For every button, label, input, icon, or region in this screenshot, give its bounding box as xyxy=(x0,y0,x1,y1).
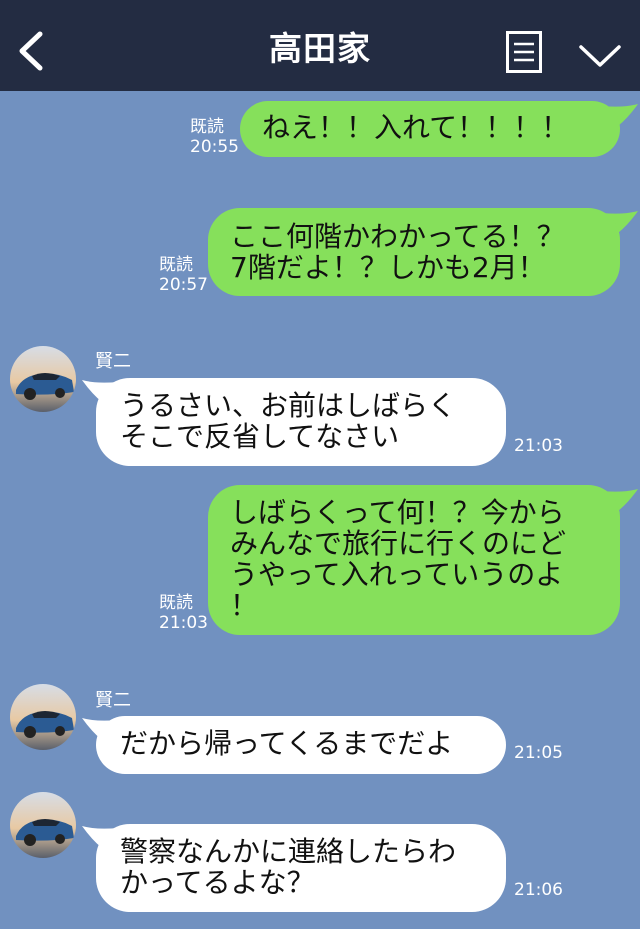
avatar[interactable] xyxy=(10,346,76,412)
message-bubble[interactable]: ねえ！！入れて！！！！ xyxy=(240,101,620,157)
message-line: かってるよな？ xyxy=(120,866,315,899)
avatar[interactable] xyxy=(10,792,76,858)
message-line: ！ xyxy=(230,589,259,622)
read-receipt: 既読 xyxy=(159,593,193,613)
menu-icon[interactable] xyxy=(506,31,542,73)
message-bubble[interactable]: 警察なんかに連絡したらわ かってるよな？ xyxy=(96,824,506,912)
message-time: 21:05 xyxy=(514,743,563,763)
message-time: 20:57 xyxy=(159,275,208,295)
message-line: うるさい、お前はしばらく xyxy=(120,389,457,422)
message-line: そこで反省してなさい xyxy=(120,420,400,453)
message-time: 21:03 xyxy=(514,436,563,456)
read-receipt: 既読 xyxy=(159,255,193,275)
message-line: みんなで旅行に行くのにど xyxy=(230,527,567,560)
chat-title: 高田家 xyxy=(269,29,371,68)
message-line: 7階だよ！？しかも2月！ xyxy=(230,251,546,284)
car-avatar xyxy=(10,684,76,750)
car-avatar xyxy=(10,346,76,412)
back-chevron-icon[interactable] xyxy=(16,31,46,71)
message-line: ここ何階かわかってる！？ xyxy=(230,220,565,253)
message-time: 21:06 xyxy=(514,880,563,900)
message-line: しばらくって何！？今から xyxy=(230,496,565,529)
message-status: 既読 20:55 xyxy=(190,117,239,157)
avatar[interactable] xyxy=(10,684,76,750)
message-bubble[interactable]: しばらくって何！？今から みんなで旅行に行くのにど うやって入れっていうのよ ！ xyxy=(208,485,620,635)
message-time: 21:03 xyxy=(159,613,208,633)
message-bubble[interactable]: うるさい、お前はしばらく そこで反省してなさい xyxy=(96,378,506,466)
message-bubble[interactable]: ここ何階かわかってる！？ 7階だよ！？しかも2月！ xyxy=(208,208,620,296)
message-status: 既読 21:03 xyxy=(159,593,208,633)
sender-name: 賢二 xyxy=(95,690,131,711)
message-bubble[interactable]: だから帰ってくるまでだよ xyxy=(96,716,506,774)
chevron-down-icon[interactable] xyxy=(578,42,622,70)
car-avatar xyxy=(10,792,76,858)
message-line: 警察なんかに連絡したらわ xyxy=(120,835,457,868)
message-text: ねえ！！入れて！！！！ xyxy=(262,111,570,144)
message-text: だから帰ってくるまでだよ xyxy=(120,727,454,760)
sender-name: 賢二 xyxy=(95,351,131,372)
message-time: 20:55 xyxy=(190,137,239,157)
message-status: 既読 20:57 xyxy=(159,255,208,295)
message-line: うやって入れっていうのよ xyxy=(230,558,564,591)
read-receipt: 既読 xyxy=(190,117,224,137)
